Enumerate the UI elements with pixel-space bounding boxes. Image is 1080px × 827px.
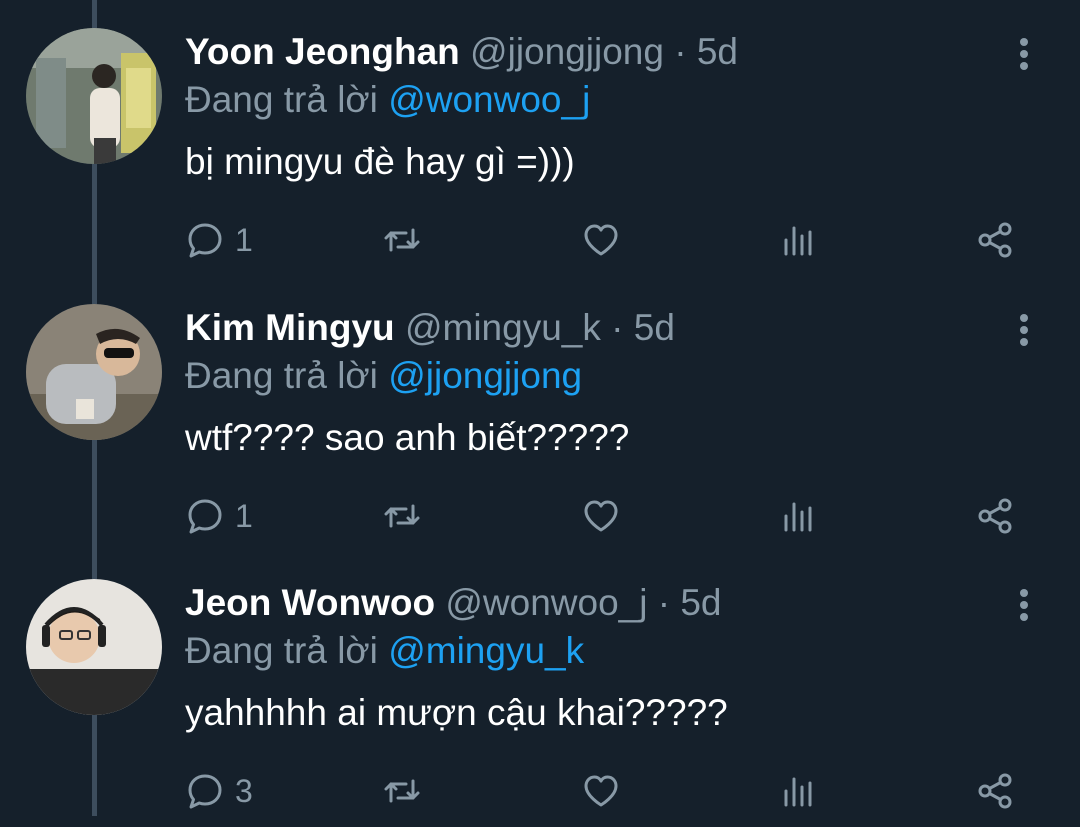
display-name[interactable]: Yoon Jeonghan [185,31,460,72]
timestamp[interactable]: 5d [697,31,738,72]
display-name[interactable]: Jeon Wonwoo [185,582,435,623]
user-handle[interactable]: @jjongjjong [470,31,664,72]
reply-count: 1 [235,221,253,258]
reply-icon [188,223,222,258]
retweet-icon [384,504,420,528]
bar-chart-icon [784,777,812,807]
tweet-header: Kim Mingyu @mingyu_k · 5d [185,304,675,352]
tweet-header: Yoon Jeonghan @jjongjjong · 5d [185,28,738,76]
share-icon [978,773,1012,809]
analytics-button[interactable] [778,494,818,538]
like-button[interactable] [581,218,621,262]
heart-icon [584,224,618,256]
user-handle[interactable]: @wonwoo_j [445,582,647,623]
tweet-header: Jeon Wonwoo @wonwoo_j · 5d [185,579,722,627]
retweet-button[interactable] [382,218,422,262]
share-icon [978,498,1012,534]
share-button[interactable] [975,494,1015,538]
tweet-actions: 1 [185,494,1025,538]
bar-chart-icon [784,226,812,256]
avatar-photo-icon [26,304,162,440]
reply-count: 1 [235,497,253,534]
avatar[interactable] [26,579,162,715]
share-button[interactable] [975,769,1015,813]
avatar-photo-icon [26,579,162,715]
separator-dot: · [674,31,687,72]
heart-icon [584,500,618,532]
analytics-button[interactable] [778,769,818,813]
replying-to-handle[interactable]: @wonwoo_j [388,79,590,120]
tweet-text: bị mingyu đè hay gì =))) [185,141,575,182]
avatar[interactable] [26,304,162,440]
share-button[interactable] [975,218,1015,262]
more-options-icon[interactable] [1010,312,1038,348]
tweet-1[interactable]: Yoon Jeonghan @jjongjjong · 5d Đang trả … [0,0,1080,276]
replying-to-label: Đang trả lời [185,79,378,120]
avatar[interactable] [26,28,162,164]
analytics-button[interactable] [778,218,818,262]
like-button[interactable] [581,494,621,538]
reply-icon [188,499,222,534]
tweet-actions: 3 [185,769,1025,813]
retweet-button[interactable] [382,494,422,538]
avatar-photo-icon [26,28,162,164]
more-options-icon[interactable] [1010,36,1038,72]
display-name[interactable]: Kim Mingyu [185,307,395,348]
tweet-actions: 1 [185,218,1025,262]
bar-chart-icon [784,502,812,532]
replying-to-handle[interactable]: @mingyu_k [388,630,584,671]
separator-dot: · [611,307,624,348]
timestamp[interactable]: 5d [634,307,675,348]
reply-count: 3 [235,772,253,809]
replying-to-label: Đang trả lời [185,630,378,671]
share-icon [978,222,1012,258]
retweet-button[interactable] [382,769,422,813]
retweet-icon [384,228,420,252]
reply-icon [188,774,222,809]
like-button[interactable] [581,769,621,813]
reply-button[interactable]: 1 [185,494,253,538]
retweet-icon [384,779,420,803]
replying-to: Đang trả lời @wonwoo_j [185,76,590,124]
tweet-2[interactable]: Kim Mingyu @mingyu_k · 5d Đang trả lời @… [0,276,1080,552]
user-handle[interactable]: @mingyu_k [405,307,601,348]
replying-to-label: Đang trả lời [185,355,378,396]
replying-to-handle[interactable]: @jjongjjong [388,355,582,396]
replying-to: Đang trả lời @jjongjjong [185,352,582,400]
tweet-text: yahhhhh ai mượn cậu khai????? [185,692,728,733]
separator-dot: · [657,582,671,623]
tweet-text: wtf???? sao anh biết????? [185,417,630,458]
reply-button[interactable]: 1 [185,218,253,262]
replying-to: Đang trả lời @mingyu_k [185,627,584,675]
more-options-icon[interactable] [1010,587,1038,623]
heart-icon [584,775,618,807]
timestamp[interactable]: 5d [680,582,721,623]
reply-button[interactable]: 3 [185,769,253,813]
tweet-3[interactable]: Jeon Wonwoo @wonwoo_j · 5d Đang trả lời … [0,551,1080,827]
